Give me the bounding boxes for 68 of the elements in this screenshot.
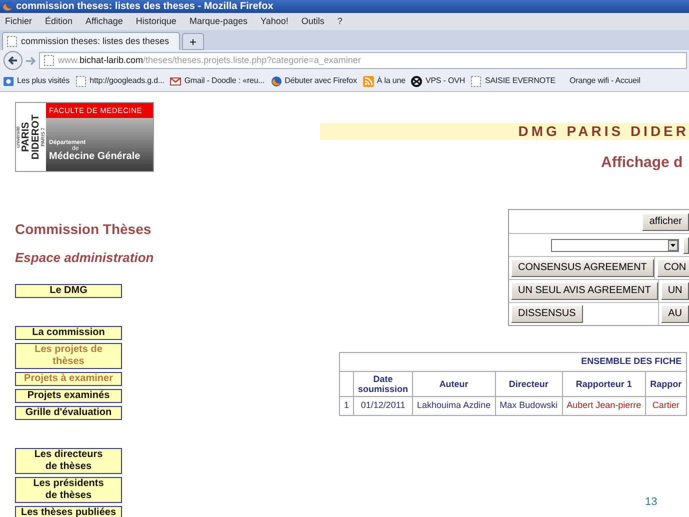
menu-item[interactable]: Marque-pages: [189, 17, 248, 26]
nav-link[interactable]: Les projets de thèses: [15, 343, 122, 369]
table-cell: Max Budowski: [495, 396, 562, 416]
column-header: Date soumission: [354, 371, 413, 397]
firefox-icon: [270, 76, 282, 86]
menu-item[interactable]: Édition: [45, 17, 73, 26]
bookmark-item[interactable]: Orange wifi - Accueil: [570, 75, 640, 87]
nav-link[interactable]: Les présidents de thèses: [15, 477, 122, 503]
logo-text: DIDEROT: [31, 114, 41, 160]
site-banner: DMG PARIS DIDER: [320, 123, 689, 140]
filter-button[interactable]: CON: [656, 259, 689, 277]
filter-button[interactable]: UN SEUL AVIS AGREEMENT: [511, 282, 658, 300]
table-caption: ENSEMBLE DES FICHE: [340, 352, 686, 371]
page-icon: [44, 55, 54, 66]
envelope-icon: [170, 76, 182, 86]
nav-link[interactable]: Projets à examiner: [15, 372, 122, 386]
logo-text: Médecine Générale: [49, 152, 142, 162]
bookmark-item[interactable]: Débuter avec Firefox: [270, 75, 357, 87]
section-subtitle: Espace administration: [15, 251, 155, 264]
bookmark-item[interactable]: Gmail - Doodle : «reu...: [170, 75, 265, 87]
select-field[interactable]: [551, 238, 679, 252]
section-title: Commission Thèses: [15, 222, 152, 236]
bookmark-item[interactable]: SAISIE EVERNOTE: [471, 75, 556, 87]
show-button[interactable]: afficher: [642, 212, 689, 230]
button-edge[interactable]: [683, 236, 689, 254]
slide-number: 13: [645, 495, 658, 510]
column-header: Rappor: [646, 371, 686, 397]
table-cell: Aubert Jean-pierre: [562, 396, 646, 416]
column-header: Directeur: [495, 371, 562, 397]
bookmark-item[interactable]: http://googleads.g.d...: [76, 75, 164, 87]
row-number: 1: [340, 396, 354, 416]
logo-text: PARIS: [21, 122, 31, 152]
nav-link[interactable]: Les directeurs de thèses: [15, 448, 122, 474]
page-icon: [7, 36, 17, 47]
url-text: www.bichat-larib.com/theses/theses.projets.liste.php?categorie=a_examiner: [58, 54, 361, 67]
window-title: commission theses: listes des theses - Mozilla Firefox: [16, 2, 274, 12]
new-tab-button[interactable]: +: [182, 33, 204, 50]
filter-button[interactable]: CONSENSUS AGREEMENT: [511, 259, 654, 277]
bookmark-item[interactable]: À la une: [362, 75, 406, 87]
filter-button[interactable]: AU: [661, 305, 689, 323]
table-cell: 01/12/2011: [354, 396, 413, 416]
column-header: Auteur: [412, 371, 496, 397]
menu-item[interactable]: ?: [337, 17, 342, 26]
menu-item[interactable]: Outils: [301, 17, 324, 26]
menu-item[interactable]: Affichage: [86, 17, 123, 26]
bookmark-item[interactable]: VPS - OVH: [411, 75, 466, 87]
nav-link[interactable]: La commission: [15, 326, 122, 340]
feed-icon: [362, 76, 374, 86]
menu-item[interactable]: Historique: [136, 17, 176, 26]
nav-link[interactable]: Les thèses publiées: [15, 506, 122, 517]
page-heading: Affichage d: [601, 155, 684, 170]
firefox-icon: [2, 1, 13, 12]
address-field[interactable]: www.bichat-larib.com/theses/theses.projets.liste.php?categorie=a_examiner: [39, 52, 687, 69]
filter-button[interactable]: UN: [660, 282, 689, 300]
forward-icon: [25, 54, 37, 66]
page-icon: [76, 76, 87, 86]
browser-tab[interactable]: commission theses: listes des theses: [2, 32, 180, 50]
nav-link[interactable]: Grille d'évaluation: [15, 406, 122, 420]
table-cell: Lakhouima Azdine: [412, 396, 496, 416]
menu-item[interactable]: Yahoo!: [260, 17, 288, 26]
filter-button[interactable]: DISSENSUS: [511, 305, 583, 323]
bookmark-item[interactable]: Les plus visités: [3, 75, 70, 87]
nav-link[interactable]: Projets examinés: [15, 389, 122, 403]
column-header: Rapporteur 1: [562, 371, 646, 397]
menu-item[interactable]: Fichier: [5, 17, 32, 26]
page-icon: [471, 76, 482, 86]
table-cell: Cartier: [646, 396, 686, 416]
nav-link[interactable]: Le DMG: [15, 284, 122, 298]
